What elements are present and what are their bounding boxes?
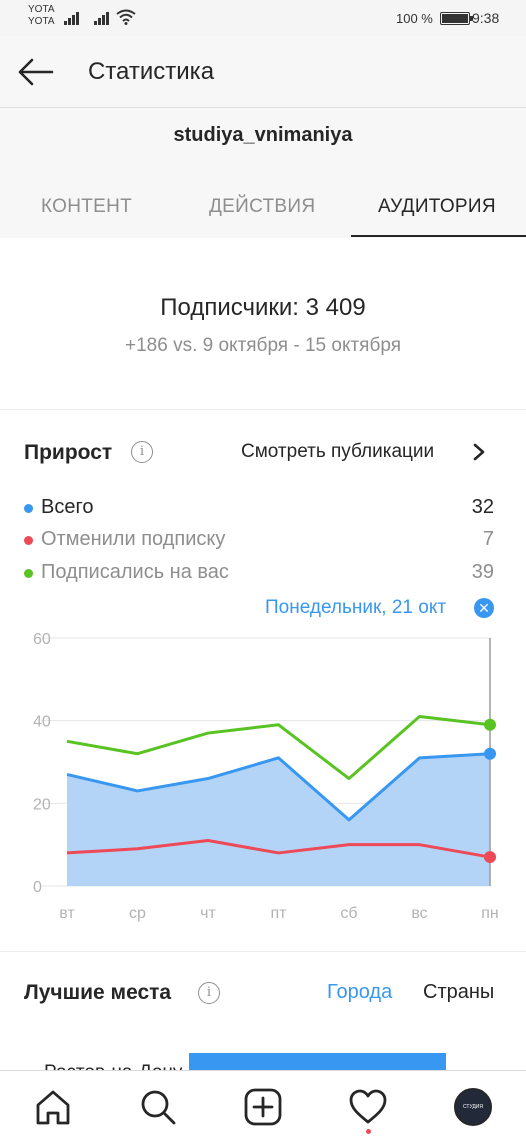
legend-dot: [24, 569, 33, 578]
data-point: [484, 747, 496, 760]
y-tick-label: 0: [33, 879, 42, 896]
tab-activity[interactable]: ДЕЙСТВИЯ: [209, 196, 315, 218]
carrier-labels: YOTA YOTA: [28, 4, 54, 28]
legend-dot: [24, 536, 33, 545]
view-posts-link[interactable]: Смотреть публикации: [241, 441, 434, 463]
legend-total: Всего 32: [24, 496, 494, 524]
growth-title: Прирост: [24, 441, 113, 464]
close-icon[interactable]: ✕: [474, 598, 494, 618]
location-name: Ростов-на-Дону: [44, 1062, 182, 1070]
info-icon[interactable]: i: [198, 982, 220, 1004]
legend-dot: [24, 504, 33, 513]
carrier-2: YOTA: [28, 16, 55, 27]
battery-icon: [440, 12, 473, 25]
chevron-right-icon[interactable]: [470, 440, 488, 464]
legend-value: 7: [482, 528, 494, 550]
series-area-total: [67, 753, 490, 886]
tab-countries[interactable]: Страны: [423, 981, 494, 1004]
active-tab-indicator: [351, 235, 526, 237]
followers-count: Подписчики: 3 409: [160, 294, 366, 321]
selected-date-label: Понедельник, 21 окт: [265, 597, 447, 618]
legend-label: Отменили подписку: [41, 528, 226, 550]
tab-content[interactable]: КОНТЕНТ: [41, 196, 132, 218]
signal-icon-2: [94, 12, 109, 25]
y-tick-label: 60: [33, 632, 51, 648]
username: studiya_vnimaniya: [173, 124, 353, 146]
data-point: [484, 851, 496, 864]
bottom-navigation: СТУДИЯ ВНИМАНИЯ: [0, 1070, 526, 1142]
wifi-icon: [116, 9, 136, 25]
x-tick-label: вс: [411, 905, 427, 922]
legend-value: 32: [471, 496, 494, 518]
followers-change: +186 vs. 9 октября - 15 октября: [125, 335, 401, 356]
x-tick-label: чт: [200, 905, 216, 922]
status-bar: YOTA YOTA 100 % 9:38: [0, 0, 526, 36]
y-tick-label: 40: [33, 714, 51, 731]
page-title: Статистика: [88, 58, 215, 85]
x-tick-label: вт: [59, 905, 75, 922]
legend-label: Всего: [41, 496, 94, 518]
growth-chart[interactable]: 0 20 40 60 вт ср чт пт сб вс пн: [0, 632, 526, 932]
legend-unfollowed: Отменили подписку 7: [24, 528, 494, 556]
x-tick-label: ср: [129, 905, 146, 922]
x-tick-label: сб: [340, 905, 357, 922]
top-locations-section: Лучшие места i Города Страны Ростов-на-Д…: [0, 952, 526, 1070]
profile-avatar[interactable]: СТУДИЯ ВНИМАНИЯ: [454, 1088, 492, 1126]
profile-tabs-section: studiya_vnimaniya КОНТЕНТ ДЕЙСТВИЯ АУДИТ…: [0, 108, 526, 238]
x-tick-label: пт: [271, 905, 288, 922]
tab-audience[interactable]: АУДИТОРИЯ: [378, 196, 496, 218]
app-header: Статистика: [0, 36, 526, 108]
notification-dot: [366, 1129, 371, 1134]
heart-icon[interactable]: [348, 1087, 388, 1127]
location-bar: [189, 1053, 446, 1070]
clock: 9:38: [472, 10, 500, 26]
data-point: [484, 718, 496, 731]
tab-bar: КОНТЕНТ ДЕЙСТВИЯ АУДИТОРИЯ: [0, 178, 526, 238]
tab-cities[interactable]: Города: [327, 981, 392, 1004]
growth-section: Прирост i Смотреть публикации Всего 32 О…: [0, 410, 526, 952]
signal-icon: [64, 12, 79, 25]
y-tick-label: 20: [33, 796, 51, 813]
battery-percent: 100 %: [396, 11, 433, 26]
legend-label: Подписались на вас: [41, 561, 229, 583]
followers-summary: Подписчики: 3 409 +186 vs. 9 октября - 1…: [0, 238, 526, 410]
legend-value: 39: [471, 561, 494, 583]
search-icon[interactable]: [138, 1087, 178, 1127]
arrow-left-icon[interactable]: [16, 54, 54, 90]
home-icon[interactable]: [33, 1087, 73, 1127]
add-post-icon[interactable]: [243, 1087, 283, 1127]
x-tick-label: пн: [481, 905, 499, 922]
carrier-1: YOTA: [28, 4, 55, 15]
info-icon[interactable]: i: [131, 441, 153, 463]
legend-followed: Подписались на вас 39: [24, 561, 494, 589]
top-locations-title: Лучшие места: [24, 981, 172, 1004]
